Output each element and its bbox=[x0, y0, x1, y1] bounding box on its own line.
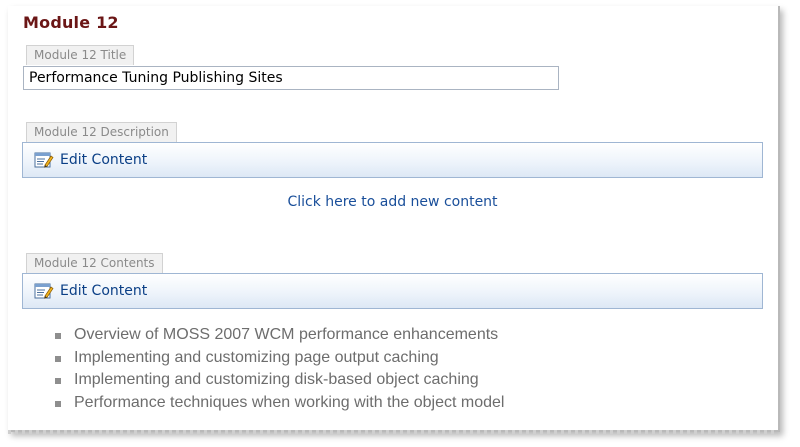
title-field-label: Module 12 Title bbox=[26, 45, 135, 65]
edit-content-icon bbox=[34, 152, 54, 168]
list-item: Implementing and customizing page output… bbox=[52, 347, 504, 370]
square-bullet-icon bbox=[55, 355, 61, 362]
list-item-text: Overview of MOSS 2007 WCM performance en… bbox=[74, 326, 499, 343]
contents-toolbar: Edit Content bbox=[22, 273, 763, 309]
contents-list: Overview of MOSS 2007 WCM performance en… bbox=[52, 324, 504, 414]
module-heading: Module 12 bbox=[23, 13, 119, 32]
description-edit-content-label: Edit Content bbox=[60, 152, 148, 168]
add-new-content-link[interactable]: Click here to add new content bbox=[22, 194, 763, 210]
list-item: Performance techniques when working with… bbox=[52, 392, 504, 415]
list-item: Overview of MOSS 2007 WCM performance en… bbox=[52, 324, 504, 347]
square-bullet-icon bbox=[55, 400, 61, 407]
title-input[interactable] bbox=[23, 66, 559, 90]
contents-edit-content-button[interactable]: Edit Content bbox=[34, 282, 147, 300]
list-item-text: Performance techniques when working with… bbox=[74, 393, 505, 411]
contents-field-label: Module 12 Contents bbox=[26, 253, 163, 273]
list-item-text: Implementing and customizing page output… bbox=[74, 348, 439, 366]
list-item: Implementing and customizing disk-based … bbox=[52, 369, 504, 392]
edit-content-icon bbox=[34, 283, 54, 299]
square-bullet-icon bbox=[55, 333, 61, 339]
description-field-label: Module 12 Description bbox=[26, 122, 177, 142]
description-edit-content-button[interactable]: Edit Content bbox=[34, 151, 147, 169]
square-bullet-icon bbox=[55, 378, 61, 384]
contents-edit-content-label: Edit Content bbox=[60, 283, 148, 299]
list-item-text: Implementing and customizing disk-based … bbox=[74, 371, 479, 388]
description-toolbar: Edit Content bbox=[22, 142, 763, 178]
